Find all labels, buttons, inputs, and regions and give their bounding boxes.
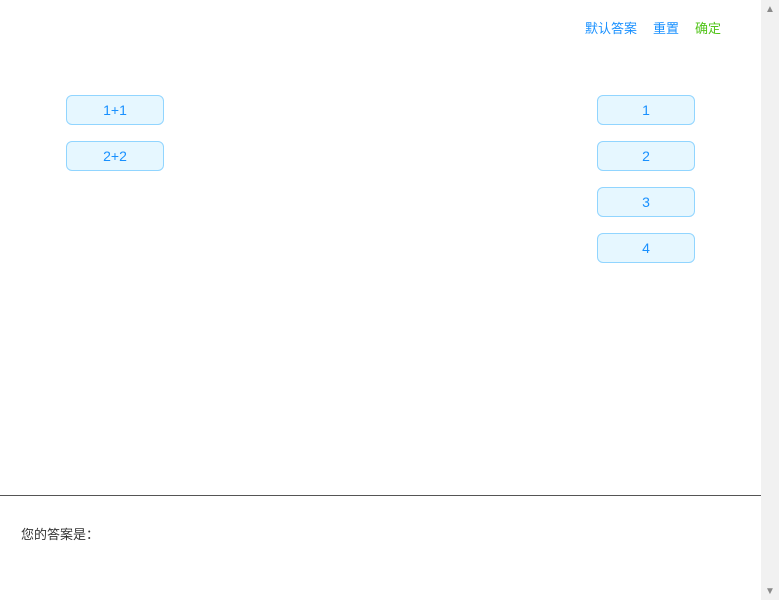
main-content: 默认答案 重置 确定 1+1 2+2 1 2 3 4 您的答案是：: [0, 0, 761, 600]
scroll-down-icon[interactable]: ▼: [761, 582, 779, 600]
left-item[interactable]: 2+2: [66, 141, 164, 171]
divider: [0, 495, 761, 496]
left-item[interactable]: 1+1: [66, 95, 164, 125]
right-item[interactable]: 1: [597, 95, 695, 125]
right-item[interactable]: 4: [597, 233, 695, 263]
left-column: 1+1 2+2: [66, 95, 164, 263]
answer-label: 您的答案是：: [21, 524, 99, 543]
toolbar: 默认答案 重置 确定: [585, 18, 721, 37]
right-item[interactable]: 3: [597, 187, 695, 217]
confirm-link[interactable]: 确定: [695, 18, 721, 37]
scroll-up-icon[interactable]: ▲: [761, 0, 779, 18]
match-area: 1+1 2+2 1 2 3 4: [0, 95, 761, 263]
right-item[interactable]: 2: [597, 141, 695, 171]
right-column: 1 2 3 4: [597, 95, 695, 263]
reset-link[interactable]: 重置: [653, 18, 679, 37]
scrollbar[interactable]: ▲ ▼: [761, 0, 779, 600]
default-answer-link[interactable]: 默认答案: [585, 18, 637, 37]
